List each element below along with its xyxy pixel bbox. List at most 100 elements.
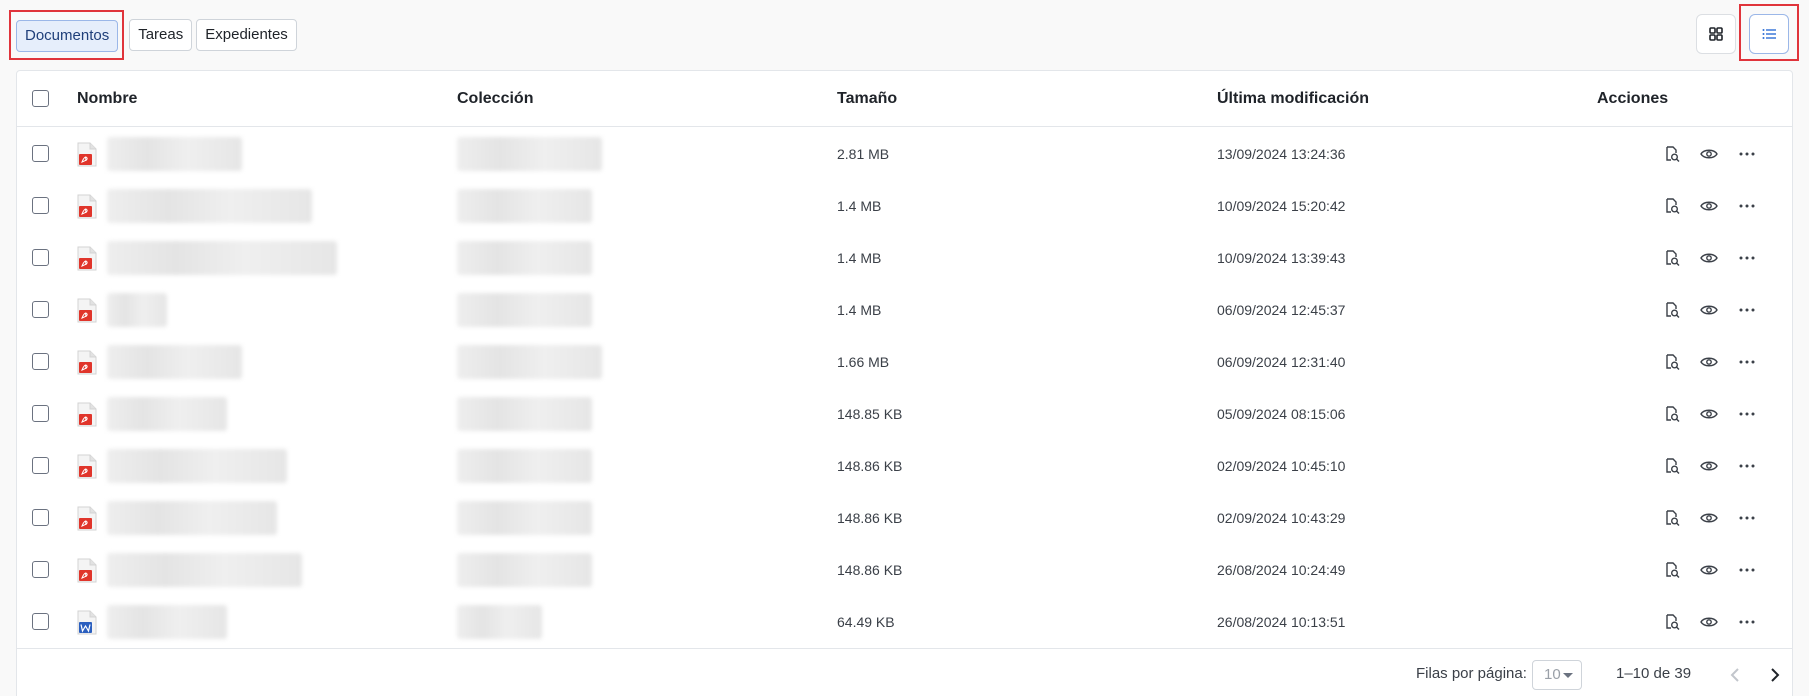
- header-tamano[interactable]: Tamaño: [837, 71, 897, 127]
- redacted-file-name[interactable]: [107, 241, 337, 275]
- table-row[interactable]: 2.81 MB 13/09/2024 13:24:36: [17, 128, 1792, 180]
- row-checkbox[interactable]: [32, 457, 49, 474]
- row-checkbox[interactable]: [32, 301, 49, 318]
- file-size: 148.85 KB: [837, 406, 903, 422]
- row-checkbox[interactable]: [32, 145, 49, 162]
- table-row[interactable]: 1.4 MB 10/09/2024 13:39:43: [17, 232, 1792, 284]
- last-modified: 26/08/2024 10:24:49: [1217, 562, 1346, 578]
- header-acciones: Acciones: [1597, 90, 1669, 107]
- redacted-file-name[interactable]: [107, 449, 287, 483]
- more-horizontal-icon: [1739, 516, 1755, 520]
- last-modified: 26/08/2024 10:13:51: [1217, 614, 1346, 630]
- preview-button[interactable]: [1698, 507, 1720, 529]
- header-coleccion[interactable]: Colección: [457, 71, 533, 127]
- preview-button[interactable]: [1698, 559, 1720, 581]
- document-search-button[interactable]: [1661, 455, 1683, 477]
- row-checkbox[interactable]: [32, 561, 49, 578]
- table-row[interactable]: 1.4 MB 06/09/2024 12:45:37: [17, 284, 1792, 336]
- redacted-file-name[interactable]: [107, 397, 227, 431]
- document-search-button[interactable]: [1661, 403, 1683, 425]
- more-actions-button[interactable]: [1736, 611, 1758, 633]
- table-row[interactable]: 148.86 KB 26/08/2024 10:24:49: [17, 544, 1792, 596]
- table-row[interactable]: 1.4 MB 10/09/2024 15:20:42: [17, 180, 1792, 232]
- redacted-file-name[interactable]: [107, 189, 312, 223]
- pdf-file-icon: [77, 350, 97, 375]
- row-checkbox[interactable]: [32, 249, 49, 266]
- eye-icon: [1700, 513, 1718, 523]
- more-actions-button[interactable]: [1736, 351, 1758, 373]
- last-modified: 05/09/2024 08:15:06: [1217, 406, 1346, 422]
- header-nombre[interactable]: Nombre: [77, 71, 137, 127]
- row-checkbox[interactable]: [32, 197, 49, 214]
- tab-expedientes[interactable]: Expedientes: [196, 19, 297, 51]
- table-header: Nombre Colección Tamaño Última modificac…: [17, 71, 1792, 127]
- redacted-file-name[interactable]: [107, 605, 227, 639]
- file-size: 148.86 KB: [837, 510, 903, 526]
- redacted-file-name[interactable]: [107, 553, 302, 587]
- row-checkbox[interactable]: [32, 405, 49, 422]
- table-row[interactable]: 148.85 KB 05/09/2024 08:15:06: [17, 388, 1792, 440]
- redacted-file-name[interactable]: [107, 137, 242, 171]
- more-actions-button[interactable]: [1736, 559, 1758, 581]
- preview-button[interactable]: [1698, 247, 1720, 269]
- redacted-file-name[interactable]: [107, 501, 277, 535]
- table-row[interactable]: 148.86 KB 02/09/2024 10:45:10: [17, 440, 1792, 492]
- pdf-file-icon: [77, 506, 97, 531]
- table-row[interactable]: 148.86 KB 02/09/2024 10:43:29: [17, 492, 1792, 544]
- select-all-checkbox[interactable]: [32, 90, 49, 107]
- header-ultima-modificacion[interactable]: Última modificación: [1217, 71, 1369, 127]
- more-actions-button[interactable]: [1736, 247, 1758, 269]
- document-search-icon: [1666, 562, 1680, 578]
- document-search-icon: [1666, 510, 1680, 526]
- previous-page-button[interactable]: [1723, 663, 1747, 687]
- redacted-file-name[interactable]: [107, 345, 242, 379]
- more-horizontal-icon: [1739, 464, 1755, 468]
- more-actions-button[interactable]: [1736, 143, 1758, 165]
- pdf-file-icon: [77, 298, 97, 323]
- more-actions-button[interactable]: [1736, 507, 1758, 529]
- file-size: 64.49 KB: [837, 614, 895, 630]
- document-search-icon: [1666, 458, 1680, 474]
- redacted-file-name[interactable]: [107, 293, 167, 327]
- document-search-button[interactable]: [1661, 195, 1683, 217]
- document-search-button[interactable]: [1661, 507, 1683, 529]
- file-size: 148.86 KB: [837, 458, 903, 474]
- preview-button[interactable]: [1698, 351, 1720, 373]
- redacted-collection: [457, 293, 592, 327]
- list-view-button[interactable]: [1749, 14, 1789, 54]
- redacted-collection: [457, 553, 592, 587]
- table-row[interactable]: 1.66 MB 06/09/2024 12:31:40: [17, 336, 1792, 388]
- document-search-button[interactable]: [1661, 611, 1683, 633]
- document-search-button[interactable]: [1661, 299, 1683, 321]
- document-search-button[interactable]: [1661, 559, 1683, 581]
- more-actions-button[interactable]: [1736, 299, 1758, 321]
- tab-bar: Documentos Tareas Expedientes: [9, 10, 301, 60]
- row-checkbox[interactable]: [32, 353, 49, 370]
- file-size: 1.4 MB: [837, 250, 882, 266]
- preview-button[interactable]: [1698, 195, 1720, 217]
- next-page-button[interactable]: [1763, 663, 1787, 687]
- last-modified: 02/09/2024 10:45:10: [1217, 458, 1346, 474]
- documents-table: Nombre Colección Tamaño Última modificac…: [16, 70, 1793, 696]
- rows-per-page-value: 10: [1544, 666, 1561, 683]
- document-search-button[interactable]: [1661, 247, 1683, 269]
- preview-button[interactable]: [1698, 455, 1720, 477]
- tab-documentos[interactable]: Documentos: [16, 20, 119, 52]
- pagination-range: 1–10 de 39: [1616, 665, 1692, 682]
- preview-button[interactable]: [1698, 299, 1720, 321]
- more-actions-button[interactable]: [1736, 455, 1758, 477]
- table-row[interactable]: 64.49 KB 26/08/2024 10:13:51: [17, 596, 1792, 648]
- more-actions-button[interactable]: [1736, 195, 1758, 217]
- document-search-button[interactable]: [1661, 143, 1683, 165]
- document-search-button[interactable]: [1661, 351, 1683, 373]
- more-actions-button[interactable]: [1736, 403, 1758, 425]
- redacted-collection: [457, 605, 542, 639]
- preview-button[interactable]: [1698, 143, 1720, 165]
- tab-tareas[interactable]: Tareas: [129, 19, 193, 51]
- row-checkbox[interactable]: [32, 613, 49, 630]
- preview-button[interactable]: [1698, 403, 1720, 425]
- grid-view-button[interactable]: [1696, 14, 1736, 54]
- rows-per-page-select[interactable]: 10: [1532, 660, 1582, 690]
- row-checkbox[interactable]: [32, 509, 49, 526]
- preview-button[interactable]: [1698, 611, 1720, 633]
